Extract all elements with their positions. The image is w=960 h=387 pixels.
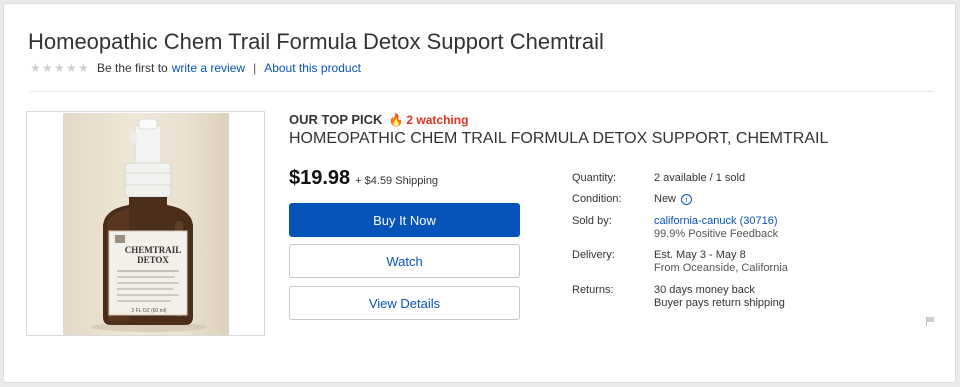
separator: | — [253, 61, 257, 75]
product-subtitle: HOMEOPATHIC CHEM TRAIL FORMULA DETOX SUP… — [289, 130, 829, 147]
top-pick-label: OUR TOP PICK — [289, 112, 383, 127]
shipping-cost: + $4.59 Shipping — [355, 175, 439, 187]
delivery-label: Delivery: — [572, 249, 615, 261]
write-review-link[interactable]: write a review — [172, 61, 245, 75]
seller-feedback: 99.9% Positive Feedback — [654, 228, 779, 240]
product-image-frame[interactable]: CHEMTRAIL DETOX 2 FL OZ (60 ml) — [26, 111, 265, 336]
condition-value: New — [654, 193, 677, 205]
returns-policy: 30 days money back — [654, 284, 755, 296]
bottle-illustration: CHEMTRAIL DETOX 2 FL OZ (60 ml) — [91, 118, 207, 332]
condition-label: Condition: — [572, 193, 622, 205]
label-line2: DETOX — [137, 255, 169, 265]
delivery-info: Est. May 3 - May 8 From Oceanside, Calif… — [654, 249, 788, 275]
quantity-value: 2 available / 1 sold — [654, 172, 746, 184]
review-prompt-text: Be the first to — [97, 61, 168, 75]
star-rating: ★ ★ ★ ★ ★ — [30, 60, 89, 75]
returns-label: Returns: — [572, 284, 614, 296]
label-line1: CHEMTRAIL — [125, 245, 182, 255]
review-row: ★ ★ ★ ★ ★ Be the first to write a review… — [30, 61, 361, 75]
price: $19.98 — [289, 167, 351, 189]
star-icon: ★ — [66, 60, 77, 75]
star-icon: ★ — [78, 60, 89, 75]
watching-count: 2 watching — [406, 112, 469, 127]
view-details-button[interactable]: View Details — [289, 286, 520, 320]
star-icon: ★ — [30, 60, 41, 75]
returns-info: 30 days money back Buyer pays return shi… — [654, 284, 785, 310]
info-icon[interactable]: i — [681, 194, 693, 205]
returns-shipping: Buyer pays return shipping — [654, 297, 785, 309]
flag-icon[interactable] — [925, 316, 935, 326]
quantity-label: Quantity: — [572, 172, 617, 184]
top-pick-row: OUR TOP PICK 🔥 2 watching — [289, 112, 468, 127]
buy-it-now-button[interactable]: Buy It Now — [289, 203, 520, 237]
about-product-link[interactable]: About this product — [264, 61, 361, 75]
delivery-estimate: Est. May 3 - May 8 — [654, 249, 746, 261]
star-icon: ★ — [54, 60, 65, 75]
product-title: Homeopathic Chem Trail Formula Detox Sup… — [28, 29, 604, 54]
star-icon: ★ — [42, 60, 53, 75]
seller-link[interactable]: california-canuck (30716) — [654, 215, 778, 227]
delivery-from: From Oceanside, California — [654, 262, 788, 274]
condition-value-wrap: New i — [654, 193, 693, 206]
seller-info: california-canuck (30716) 99.9% Positive… — [654, 215, 778, 241]
watch-button[interactable]: Watch — [289, 244, 520, 278]
label-bottom: 2 FL OZ (60 ml) — [131, 308, 166, 314]
product-image[interactable]: CHEMTRAIL DETOX 2 FL OZ (60 ml) — [63, 113, 229, 335]
sold-by-label: Sold by: — [572, 215, 612, 227]
divider — [30, 91, 933, 92]
price-row: $19.98 + $4.59 Shipping — [289, 167, 438, 190]
flame-icon: 🔥 — [388, 112, 404, 127]
